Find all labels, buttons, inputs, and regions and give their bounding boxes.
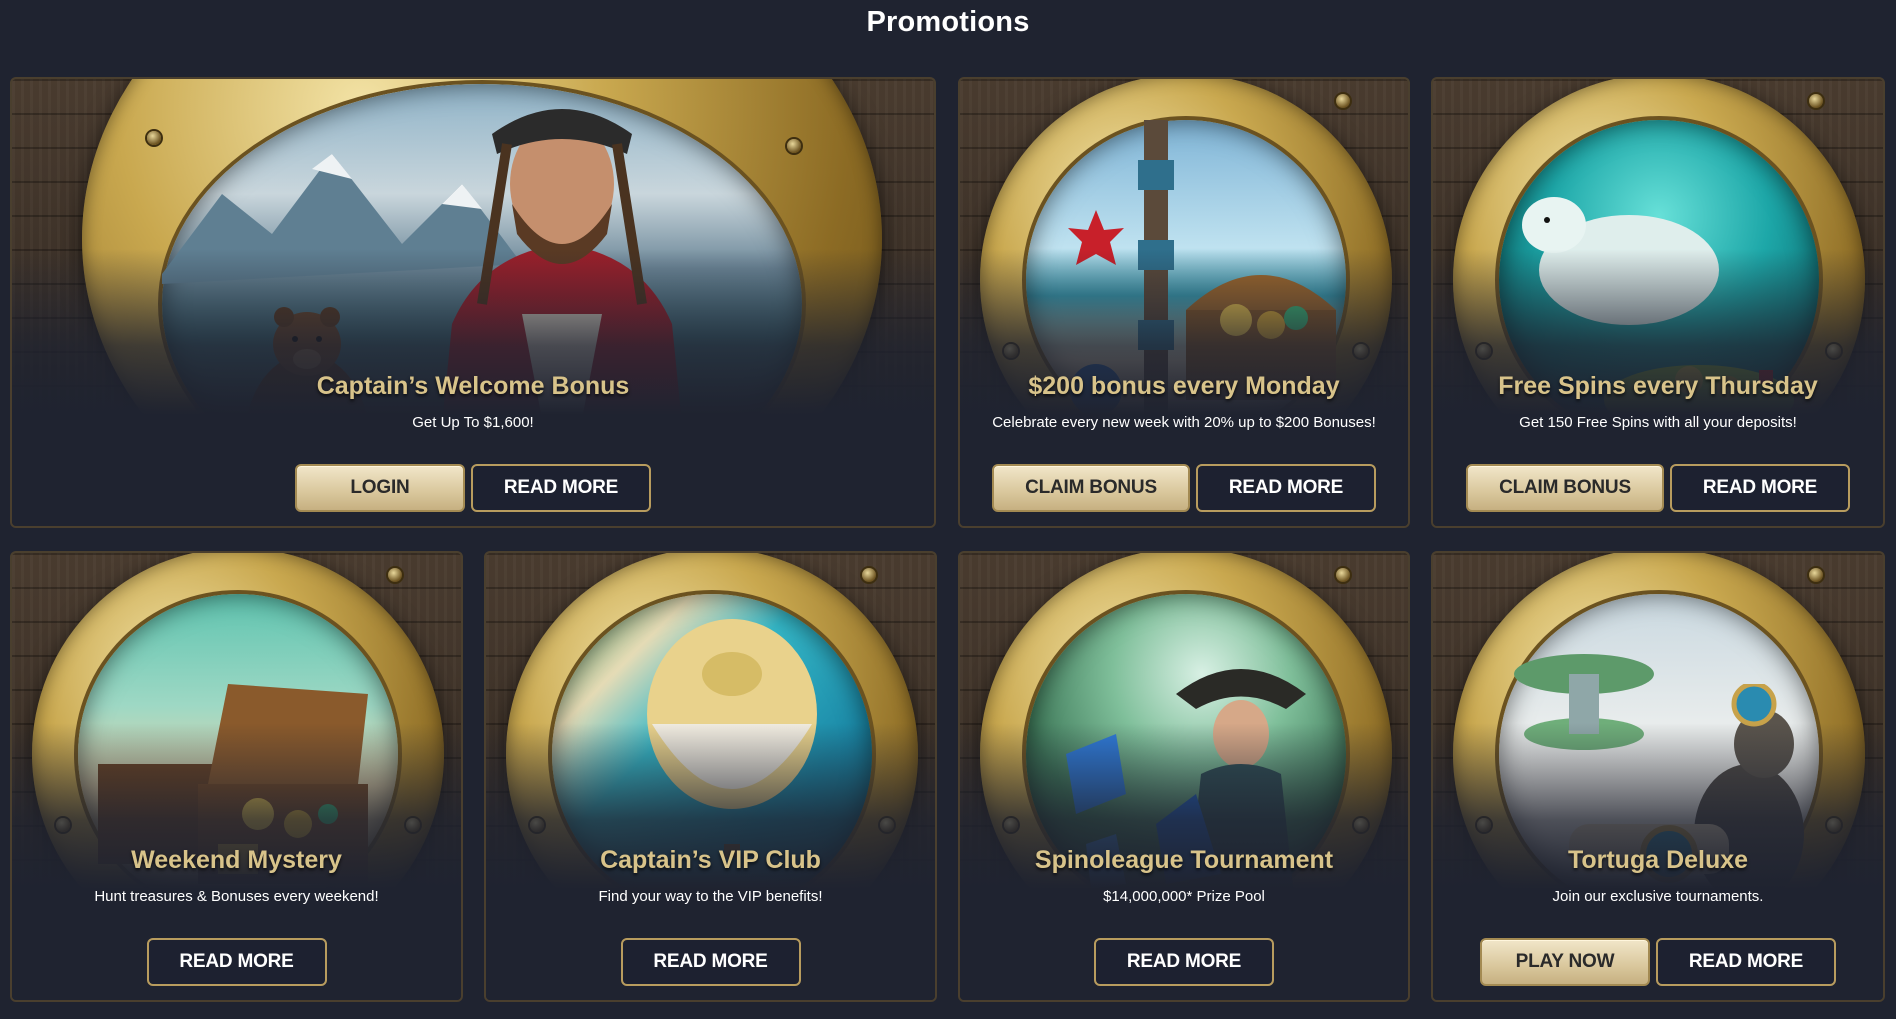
- porthole-bolt: [388, 568, 402, 582]
- promo-buttons: PLAY NOW READ MORE: [1433, 938, 1883, 986]
- promo-card-weekend-mystery: Weekend Mystery Hunt treasures & Bonuses…: [10, 551, 463, 1002]
- promo-card-monday-bonus: $200 bonus every Monday Celebrate every …: [958, 77, 1410, 528]
- porthole-frame: [82, 79, 882, 526]
- promo-title: Spinoleague Tournament: [1034, 846, 1334, 874]
- read-more-button[interactable]: READ MORE: [1196, 464, 1376, 512]
- promo-card-vip-club: Captain’s VIP Club Find your way to the …: [484, 551, 937, 1002]
- porthole-bolt: [1336, 94, 1350, 108]
- claim-bonus-button[interactable]: CLAIM BONUS: [992, 464, 1190, 512]
- promo-title: Free Spins every Thursday: [1498, 372, 1818, 400]
- polar-bear-illustration: [1522, 197, 1719, 325]
- porthole-bolt: [1477, 344, 1491, 358]
- promo-buttons: READ MORE: [12, 938, 461, 986]
- promo-description: Hunt treasures & Bonuses every weekend!: [94, 888, 379, 905]
- promo-description: Find your way to the VIP benefits!: [598, 888, 823, 905]
- porthole-bolt: [1336, 568, 1350, 582]
- promo-description: Get 150 Free Spins with all your deposit…: [1519, 414, 1797, 431]
- promo-description: $14,000,000* Prize Pool: [1103, 888, 1265, 905]
- promo-buttons: CLAIM BONUS READ MORE: [1433, 464, 1883, 512]
- read-more-button[interactable]: READ MORE: [146, 938, 327, 986]
- pirate-captain-illustration: [432, 109, 692, 524]
- promo-title: $200 bonus every Monday: [1028, 372, 1340, 400]
- promo-card-welcome-bonus: Captain’s Welcome Bonus Get Up To $1,600…: [10, 77, 936, 528]
- read-more-button[interactable]: READ MORE: [1094, 938, 1274, 986]
- porthole-bolt: [880, 818, 894, 832]
- porthole-bolt: [147, 131, 161, 145]
- promo-buttons: READ MORE: [486, 938, 935, 986]
- porthole-bolt: [787, 139, 801, 153]
- porthole-bolt: [1477, 818, 1491, 832]
- porthole-bolt: [530, 818, 544, 832]
- porthole-bolt: [1354, 818, 1368, 832]
- porthole-bolt: [1827, 818, 1841, 832]
- promo-title: Weekend Mystery: [131, 846, 342, 874]
- maple-leaf-illustration: [1068, 210, 1124, 265]
- promo-card-spinoleague: Spinoleague Tournament $14,000,000* Priz…: [958, 551, 1410, 1002]
- porthole-bolt: [1827, 344, 1841, 358]
- porthole-bolt: [1004, 344, 1018, 358]
- porthole-bolt: [1354, 344, 1368, 358]
- page-title: Promotions: [866, 6, 1030, 38]
- compass-scroll-illustration: [1569, 824, 1729, 883]
- promo-image-pirate-captain: [162, 84, 802, 524]
- promo-description: Celebrate every new week with 20% up to …: [992, 414, 1376, 431]
- read-more-button[interactable]: READ MORE: [1670, 464, 1850, 512]
- promo-description: Join our exclusive tournaments.: [1552, 888, 1764, 905]
- read-more-button[interactable]: READ MORE: [1656, 938, 1836, 986]
- porthole-bolt: [862, 568, 876, 582]
- promo-title: Captain’s VIP Club: [600, 846, 821, 874]
- promo-card-thursday-spins: Free Spins every Thursday Get 150 Free S…: [1431, 77, 1885, 528]
- read-more-button[interactable]: READ MORE: [471, 464, 651, 512]
- hot-air-balloon-illustration: [647, 619, 817, 858]
- porthole-bolt: [1809, 568, 1823, 582]
- porthole-bolt: [406, 818, 420, 832]
- promo-title: Captain’s Welcome Bonus: [316, 372, 630, 400]
- promo-description: Get Up To $1,600!: [412, 414, 534, 431]
- claim-bonus-button[interactable]: CLAIM BONUS: [1466, 464, 1664, 512]
- login-button[interactable]: LOGIN: [295, 464, 465, 512]
- promo-buttons: READ MORE: [960, 938, 1408, 986]
- porthole-bolt: [1809, 94, 1823, 108]
- promo-card-tortuga-deluxe: Tortuga Deluxe Join our exclusive tourna…: [1431, 551, 1885, 1002]
- play-now-button[interactable]: PLAY NOW: [1480, 938, 1650, 986]
- promo-buttons: LOGIN READ MORE: [12, 464, 934, 512]
- floating-island-illustration: [1514, 654, 1654, 750]
- promo-title: Tortuga Deluxe: [1567, 846, 1749, 874]
- porthole-bolt: [56, 818, 70, 832]
- read-more-button[interactable]: READ MORE: [620, 938, 801, 986]
- promo-buttons: CLAIM BONUS READ MORE: [960, 464, 1408, 512]
- porthole-bolt: [1004, 818, 1018, 832]
